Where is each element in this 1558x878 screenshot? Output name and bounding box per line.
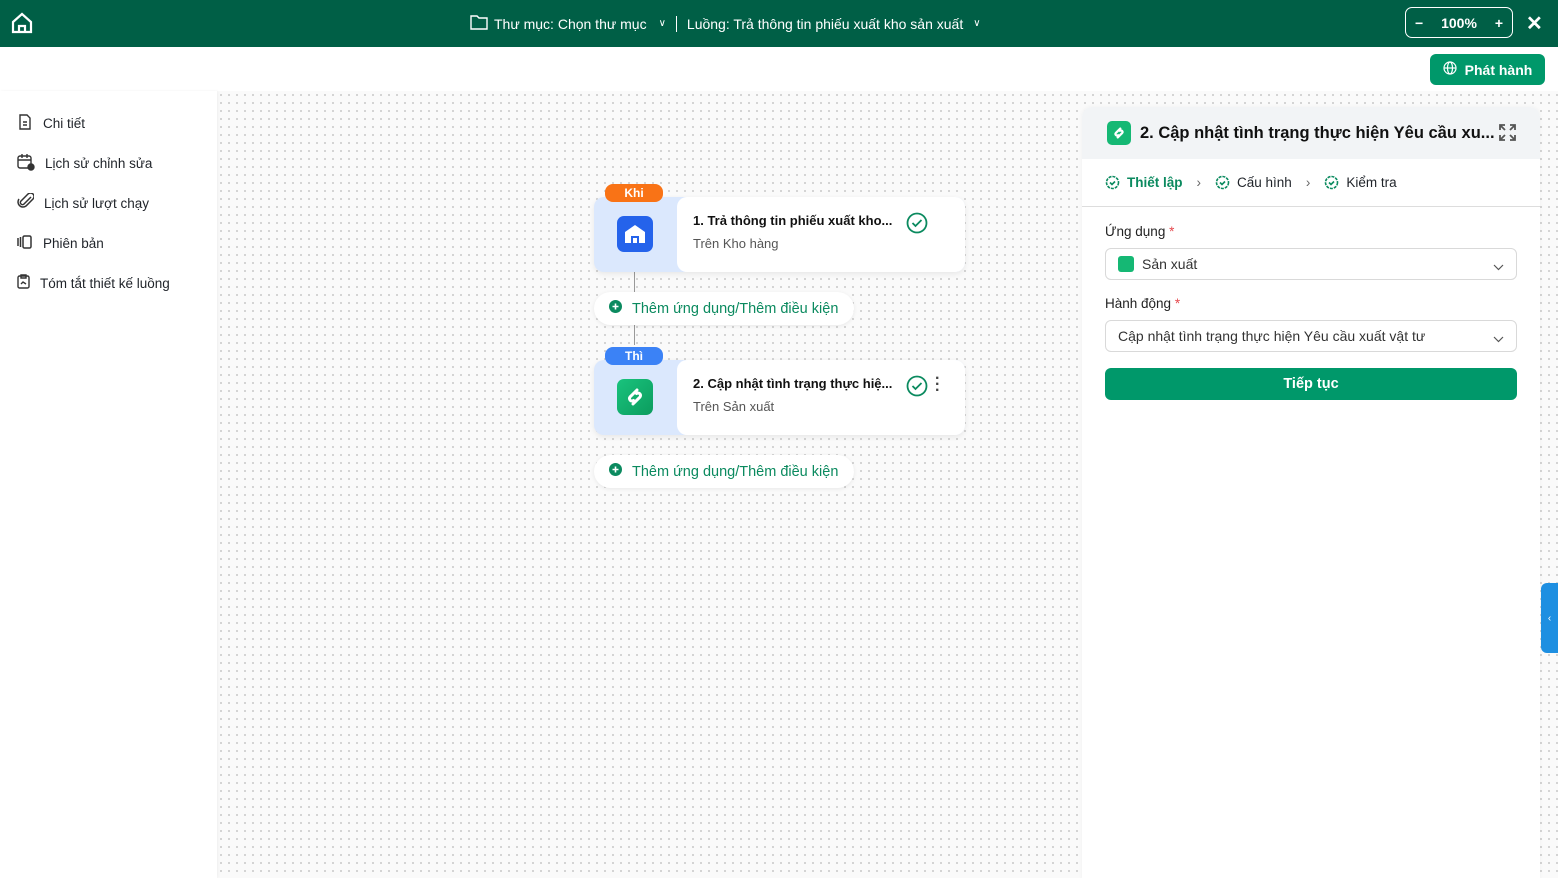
tab-label: Kiểm tra xyxy=(1346,175,1397,190)
sidebar: Chi tiết Lịch sử chỉnh sửa Lịch sử lượt … xyxy=(0,91,217,878)
node-subtitle: Trên Kho hàng xyxy=(693,236,779,251)
calendar-clock-icon xyxy=(17,153,35,174)
tab-test[interactable]: Kiểm tra xyxy=(1324,175,1397,190)
tag-thi: Thì xyxy=(605,347,663,365)
check-circle-icon xyxy=(906,212,928,239)
panel-title: 2. Cập nhật tình trạng thực hiện Yêu cầu… xyxy=(1140,123,1495,142)
tag-khi: Khi xyxy=(605,184,663,202)
expand-icon[interactable] xyxy=(1499,124,1516,146)
sidebar-item-label: Phiên bản xyxy=(43,235,104,251)
publish-button[interactable]: Phát hành xyxy=(1430,54,1545,85)
step-tabs: Thiết lập › Cấu hình › Kiểm tra xyxy=(1082,159,1540,207)
top-bar: Thư mục: Chọn thư mục ∨ Luồng: Trả thông… xyxy=(0,0,1558,47)
folder-selector[interactable]: Thư mục: Chọn thư mục xyxy=(494,16,647,32)
chevron-down-icon xyxy=(1493,258,1504,274)
chevron-down-icon[interactable]: ∨ xyxy=(973,18,980,29)
production-app-icon xyxy=(1118,256,1134,272)
tab-config[interactable]: Cấu hình xyxy=(1215,175,1292,190)
production-app-icon xyxy=(1107,121,1131,145)
check-circle-icon xyxy=(1215,175,1230,190)
zoom-out-button[interactable]: − xyxy=(1415,15,1423,31)
chevron-down-icon[interactable]: ∨ xyxy=(659,18,666,29)
clipboard-icon xyxy=(17,274,30,292)
divider xyxy=(675,15,677,32)
check-circle-icon xyxy=(1105,175,1120,190)
app-select[interactable]: Sản xuất xyxy=(1105,248,1517,280)
zoom-control: − 100% + xyxy=(1405,7,1513,38)
plus-circle-icon xyxy=(609,463,622,480)
tab-label: Cấu hình xyxy=(1237,175,1292,190)
flow-node-trigger[interactable]: 1. Trả thông tin phiếu xuất kho... Trên … xyxy=(594,197,965,272)
tab-label: Thiết lập xyxy=(1127,175,1183,190)
close-icon[interactable]: ✕ xyxy=(1526,11,1543,36)
sidebar-item-details[interactable]: Chi tiết xyxy=(0,103,217,143)
node-title: 1. Trả thông tin phiếu xuất kho... xyxy=(693,213,893,228)
chevron-down-icon xyxy=(1493,330,1504,346)
sidebar-item-label: Lịch sử chỉnh sửa xyxy=(45,155,153,171)
versions-icon xyxy=(17,234,33,253)
document-icon xyxy=(17,113,33,133)
warehouse-app-icon xyxy=(617,216,653,252)
sidebar-item-edit-history[interactable]: Lịch sử chỉnh sửa xyxy=(0,143,217,183)
chevron-right-icon: › xyxy=(1305,175,1311,190)
zoom-level: 100% xyxy=(1441,14,1477,31)
globe-icon xyxy=(1443,61,1457,78)
step-config-panel: 2. Cập nhật tình trạng thực hiện Yêu cầu… xyxy=(1082,107,1540,878)
add-step-label: Thêm ứng dụng/Thêm điều kiện xyxy=(632,300,839,317)
app-select-value: Sản xuất xyxy=(1142,256,1198,272)
action-select-value: Cập nhật tình trạng thực hiện Yêu cầu xu… xyxy=(1118,328,1426,344)
action-field-label: Hành động * xyxy=(1105,296,1181,311)
paperclip-icon xyxy=(17,192,35,213)
check-circle-icon xyxy=(906,375,928,402)
production-app-icon xyxy=(617,379,653,415)
add-step-button[interactable]: Thêm ứng dụng/Thêm điều kiện xyxy=(594,292,854,325)
sidebar-item-versions[interactable]: Phiên bản xyxy=(0,223,217,263)
home-icon[interactable] xyxy=(10,11,34,40)
panel-collapse-handle[interactable]: ‹ xyxy=(1541,583,1558,653)
publish-label: Phát hành xyxy=(1464,61,1533,78)
sidebar-item-label: Tóm tắt thiết kế luồng xyxy=(40,275,170,291)
more-vertical-icon[interactable]: · · · xyxy=(935,371,940,399)
app-field-label: Ứng dụng * xyxy=(1105,224,1175,239)
sidebar-item-label: Lịch sử lượt chạy xyxy=(44,195,149,211)
node-title: 2. Cập nhật tình trạng thực hiệ... xyxy=(693,376,893,391)
tab-setup[interactable]: Thiết lập xyxy=(1105,175,1183,190)
flow-selector[interactable]: Luồng: Trả thông tin phiếu xuất kho sản … xyxy=(687,16,963,32)
chevron-left-icon: ‹ xyxy=(1547,612,1552,624)
folder-icon xyxy=(470,14,488,33)
connector xyxy=(634,272,635,292)
connector xyxy=(634,325,635,345)
sidebar-item-flow-summary[interactable]: Tóm tắt thiết kế luồng xyxy=(0,263,217,303)
check-circle-icon xyxy=(1325,175,1339,190)
add-step-button[interactable]: Thêm ứng dụng/Thêm điều kiện xyxy=(594,455,854,488)
action-select[interactable]: Cập nhật tình trạng thực hiện Yêu cầu xu… xyxy=(1105,320,1517,352)
plus-circle-icon xyxy=(609,300,622,317)
add-step-label: Thêm ứng dụng/Thêm điều kiện xyxy=(632,463,839,480)
zoom-in-button[interactable]: + xyxy=(1495,15,1503,31)
sidebar-item-run-history[interactable]: Lịch sử lượt chạy xyxy=(0,183,217,223)
sidebar-item-label: Chi tiết xyxy=(43,115,86,131)
chevron-right-icon: › xyxy=(1196,175,1202,190)
node-subtitle: Trên Sản xuất xyxy=(693,399,775,414)
continue-button[interactable]: Tiếp tục xyxy=(1105,368,1517,400)
flow-node-action[interactable]: 2. Cập nhật tình trạng thực hiệ... Trên … xyxy=(594,360,965,435)
